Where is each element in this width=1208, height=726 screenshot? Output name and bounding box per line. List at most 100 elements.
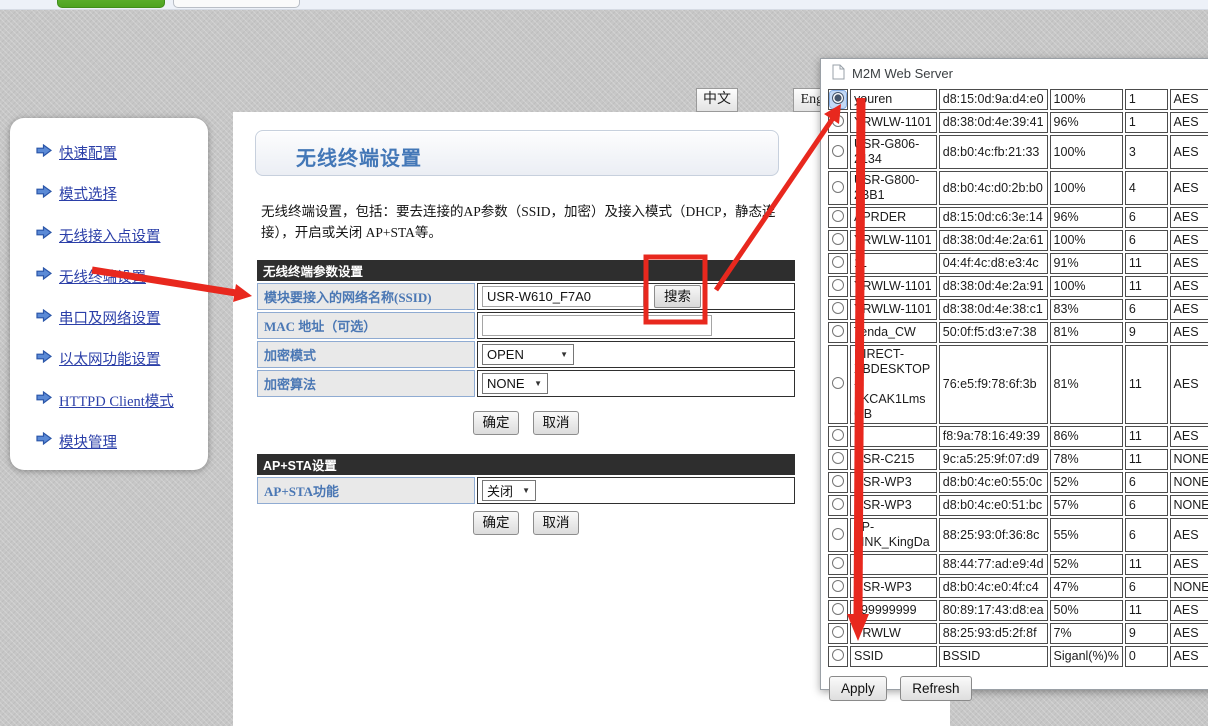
network-security: AES (1170, 171, 1208, 205)
sidebar-item[interactable]: 快速配置 (36, 142, 208, 163)
network-row[interactable]: 999999999 80:89:17:43:d8:ea 50% 11 AES (828, 600, 1208, 621)
network-radio[interactable] (832, 626, 844, 638)
sidebar-item-label[interactable]: 串口及网络设置 (59, 307, 161, 328)
network-channel: 11 (1125, 426, 1168, 447)
sidebar-item-label[interactable]: 无线接入点设置 (59, 225, 161, 246)
network-security: AES (1170, 135, 1208, 169)
network-row[interactable]: USR-WP3 d8:b0:4c:e0:55:0c 52% 6 NONE (828, 472, 1208, 493)
network-radio[interactable] (832, 498, 844, 510)
network-ssid: USR-C215 (850, 449, 937, 470)
cancel-button[interactable]: 取消 (533, 511, 579, 535)
network-radio[interactable] (832, 210, 844, 222)
network-radio[interactable] (832, 115, 844, 127)
sidebar-item[interactable]: 模式选择 (36, 183, 208, 204)
network-row[interactable]: SSID BSSID Siganl(%)% 0 AES (828, 646, 1208, 667)
network-radio[interactable] (832, 92, 844, 104)
network-row[interactable]: f8:9a:78:16:49:39 86% 11 AES (828, 426, 1208, 447)
network-row[interactable]: USR-C215 9c:a5:25:9f:07:d9 78% 11 NONE (828, 449, 1208, 470)
network-row[interactable]: USR-G806-2134 d8:b0:4c:fb:21:33 100% 3 A… (828, 135, 1208, 169)
network-row[interactable]: YRWLW 88:25:93:d5:2f:8f 7% 9 AES (828, 623, 1208, 644)
network-row[interactable]: TP-LINK_KingDa 88:25:93:0f:36:8c 55% 6 A… (828, 518, 1208, 552)
network-radio[interactable] (832, 649, 844, 661)
network-row[interactable]: APRDER d8:15:0d:c6:3e:14 96% 6 AES (828, 207, 1208, 228)
search-button[interactable]: 搜索 (654, 285, 701, 308)
sidebar-item-label[interactable]: 快速配置 (59, 142, 117, 163)
network-radio[interactable] (832, 429, 844, 441)
network-radio[interactable] (832, 475, 844, 487)
top-green-button[interactable] (57, 0, 165, 8)
network-bssid: 76:e5:f9:78:6f:3b (939, 345, 1048, 424)
sidebar-item[interactable]: HTTPD Client模式 (36, 390, 208, 411)
network-radio[interactable] (832, 603, 844, 615)
network-radio[interactable] (832, 181, 844, 193)
apply-button[interactable]: Apply (829, 676, 887, 701)
network-channel: 6 (1125, 472, 1168, 493)
ok-button[interactable]: 确定 (473, 511, 519, 535)
network-radio[interactable] (832, 452, 844, 464)
sidebar-item[interactable]: 以太网功能设置 (36, 348, 208, 369)
network-row[interactable]: YRWLW-1101 d8:38:0d:4e:38:c1 83% 6 AES (828, 299, 1208, 320)
network-row[interactable]: youren d8:15:0d:9a:d4:e0 100% 1 AES (828, 89, 1208, 110)
network-ssid: YRWLW-1101 (850, 112, 937, 133)
refresh-button[interactable]: Refresh (900, 676, 971, 701)
network-signal: 78% (1050, 449, 1123, 470)
network-row[interactable]: DIRECT-XBDESKTOP-LKCAK1LmsGB 76:e5:f9:78… (828, 345, 1208, 424)
network-ssid: SSID (850, 646, 937, 667)
sidebar-item[interactable]: 串口及网络设置 (36, 307, 208, 328)
network-row[interactable]: Tenda_CW 50:0f:f5:d3:e7:38 81% 9 AES (828, 322, 1208, 343)
apsta-function-select[interactable]: 关闭 ▼ (482, 480, 536, 501)
network-signal: 52% (1050, 472, 1123, 493)
network-ssid: DIRECT-XBDESKTOP-LKCAK1LmsGB (850, 345, 937, 424)
chinese-language-button[interactable]: 中文 (696, 88, 738, 112)
sidebar-item[interactable]: 无线接入点设置 (36, 225, 208, 246)
network-channel: 6 (1125, 207, 1168, 228)
network-row[interactable]: 11 04:4f:4c:d8:e3:4c 91% 11 AES (828, 253, 1208, 274)
network-row[interactable]: YRWLW-1101 d8:38:0d:4e:2a:61 100% 6 AES (828, 230, 1208, 251)
network-security: NONE (1170, 577, 1208, 598)
network-radio[interactable] (832, 145, 844, 157)
sidebar-item-label[interactable]: 模块管理 (59, 431, 117, 452)
mac-label: MAC 地址（可选） (257, 312, 475, 339)
network-security: NONE (1170, 472, 1208, 493)
network-radio[interactable] (832, 233, 844, 245)
network-channel: 9 (1125, 322, 1168, 343)
network-signal: 96% (1050, 207, 1123, 228)
network-bssid: f8:9a:78:16:49:39 (939, 426, 1048, 447)
sidebar-item[interactable]: 模块管理 (36, 431, 208, 452)
network-signal: 91% (1050, 253, 1123, 274)
ok-button[interactable]: 确定 (473, 411, 519, 435)
network-bssid: d8:b0:4c:e0:55:0c (939, 472, 1048, 493)
sidebar-item-label[interactable]: 无线终端设置 (59, 266, 146, 287)
encryption-algorithm-select[interactable]: NONE ▼ (482, 373, 548, 394)
network-channel: 11 (1125, 345, 1168, 424)
sta-params-form: 无线终端参数设置 模块要接入的网络名称(SSID) 搜索 MAC 地址（可选） … (255, 258, 797, 399)
network-radio[interactable] (832, 325, 844, 337)
network-radio[interactable] (832, 580, 844, 592)
sidebar-item-label[interactable]: 以太网功能设置 (59, 348, 161, 369)
network-row[interactable]: YRWLW-1101 d8:38:0d:4e:2a:91 100% 11 AES (828, 276, 1208, 297)
network-row[interactable]: USR-WP3 d8:b0:4c:e0:51:bc 57% 6 NONE (828, 495, 1208, 516)
network-radio[interactable] (832, 557, 844, 569)
network-row[interactable]: 88:44:77:ad:e9:4d 52% 11 AES (828, 554, 1208, 575)
network-radio[interactable] (832, 302, 844, 314)
cancel-button[interactable]: 取消 (533, 411, 579, 435)
network-row[interactable]: YRWLW-1101 d8:38:0d:4e:39:41 96% 1 AES (828, 112, 1208, 133)
ssid-input[interactable] (482, 286, 644, 307)
sidebar-item-label[interactable]: 模式选择 (59, 183, 117, 204)
network-security: NONE (1170, 449, 1208, 470)
top-white-button[interactable] (173, 0, 300, 8)
sidebar-item[interactable]: 无线终端设置 (36, 266, 208, 287)
sidebar-item-label[interactable]: HTTPD Client模式 (59, 390, 174, 411)
network-radio[interactable] (832, 528, 844, 540)
network-row[interactable]: USR-WP3 d8:b0:4c:e0:4f:c4 47% 6 NONE (828, 577, 1208, 598)
network-row[interactable]: USR-G800-2BB1 d8:b0:4c:d0:2b:b0 100% 4 A… (828, 171, 1208, 205)
encryption-mode-select[interactable]: OPEN ▼ (482, 344, 574, 365)
network-channel: 0 (1125, 646, 1168, 667)
network-security: AES (1170, 253, 1208, 274)
mac-input[interactable] (482, 315, 712, 336)
network-ssid (850, 426, 937, 447)
network-radio[interactable] (832, 279, 844, 291)
network-radio[interactable] (832, 377, 844, 389)
network-radio[interactable] (832, 256, 844, 268)
network-channel: 1 (1125, 112, 1168, 133)
